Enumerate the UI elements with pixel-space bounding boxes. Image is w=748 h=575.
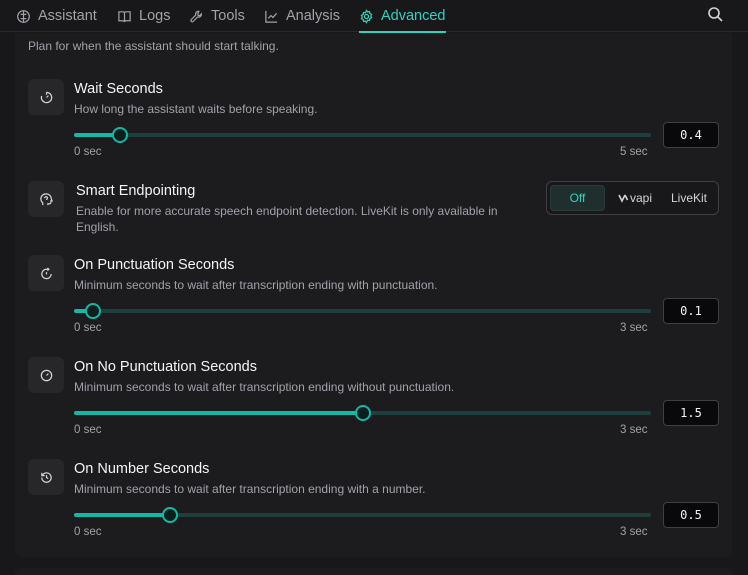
- on-no-punctuation-icon-box: [28, 357, 64, 393]
- vapi-logo-icon: [618, 194, 629, 203]
- slider-max-label: 3 sec: [620, 424, 648, 436]
- on-number-title: On Number Seconds: [74, 461, 210, 477]
- option-livekit[interactable]: LiveKit: [663, 185, 715, 211]
- smart-endpointing-icon-box: [28, 181, 64, 217]
- tab-tools[interactable]: Tools: [189, 0, 245, 32]
- on-number-description: Minimum seconds to wait after transcript…: [74, 482, 426, 496]
- brain-icon: [17, 9, 30, 23]
- on-no-punctuation-slider[interactable]: [74, 405, 651, 421]
- timer-reset-icon: [40, 266, 52, 279]
- section-description: Plan for when the assistant should start…: [28, 39, 279, 53]
- tab-advanced[interactable]: Advanced: [359, 0, 446, 33]
- slider-thumb[interactable]: [354, 405, 371, 421]
- wrench-icon: [190, 10, 202, 22]
- on-number-value-input[interactable]: 0.5: [663, 502, 719, 528]
- slider-fill: [74, 411, 363, 415]
- slider-max-label: 5 sec: [620, 146, 648, 158]
- on-punctuation-value-input[interactable]: 0.1: [663, 298, 719, 324]
- tab-logs[interactable]: Logs: [117, 0, 170, 32]
- slider-min-label: 0 sec: [74, 146, 102, 158]
- wait-seconds-value-input[interactable]: 0.4: [663, 122, 719, 148]
- slider-max-label: 3 sec: [620, 322, 648, 334]
- tab-label: Assistant: [38, 8, 97, 24]
- search-icon[interactable]: [706, 5, 724, 23]
- slider-fill: [74, 513, 171, 517]
- slider-min-label: 0 sec: [74, 322, 102, 334]
- on-no-punctuation-title: On No Punctuation Seconds: [74, 359, 257, 375]
- option-vapi[interactable]: vapi: [609, 185, 661, 211]
- clock-icon: [40, 369, 52, 381]
- on-punctuation-icon-box: [28, 255, 64, 291]
- tab-label: Analysis: [286, 8, 340, 24]
- on-punctuation-description: Minimum seconds to wait after transcript…: [74, 278, 438, 292]
- slider-min-label: 0 sec: [74, 424, 102, 436]
- next-panel-edge: [15, 568, 732, 575]
- slider-max-label: 3 sec: [620, 526, 648, 538]
- tab-analysis[interactable]: Analysis: [264, 0, 340, 32]
- tab-label: Logs: [139, 8, 171, 24]
- on-punctuation-slider[interactable]: [74, 303, 651, 319]
- wait-seconds-title: Wait Seconds: [74, 81, 163, 97]
- wait-seconds-description: How long the assistant waits before spea…: [74, 102, 318, 116]
- tab-assistant[interactable]: Assistant: [16, 0, 97, 32]
- smart-endpointing-title: Smart Endpointing: [76, 183, 196, 199]
- wait-seconds-slider[interactable]: [74, 127, 651, 143]
- on-punctuation-title: On Punctuation Seconds: [74, 257, 235, 273]
- tab-label: Tools: [211, 8, 245, 24]
- slider-min-label: 0 sec: [74, 526, 102, 538]
- on-no-punctuation-value-input[interactable]: 1.5: [663, 400, 719, 426]
- on-number-slider[interactable]: [74, 507, 651, 523]
- smart-endpointing-description: Enable for more accurate speech endpoint…: [76, 204, 498, 234]
- gear-icon: [360, 8, 373, 24]
- head-brain-icon: [39, 192, 53, 205]
- option-vapi-label: vapi: [629, 191, 652, 205]
- wait-seconds-icon-box: [28, 79, 64, 115]
- on-number-icon-box: [28, 459, 64, 495]
- smart-endpointing-toggle-group: Off vapi LiveKit: [546, 181, 719, 215]
- top-nav: Assistant Logs Tools Analysis Advanced: [0, 0, 748, 33]
- book-icon: [118, 10, 131, 22]
- chart-icon: [265, 10, 278, 23]
- history-icon: [40, 471, 52, 483]
- option-off[interactable]: Off: [550, 185, 605, 211]
- tab-label: Advanced: [381, 8, 446, 24]
- on-no-punctuation-description: Minimum seconds to wait after transcript…: [74, 380, 455, 394]
- timer-icon: [40, 91, 52, 103]
